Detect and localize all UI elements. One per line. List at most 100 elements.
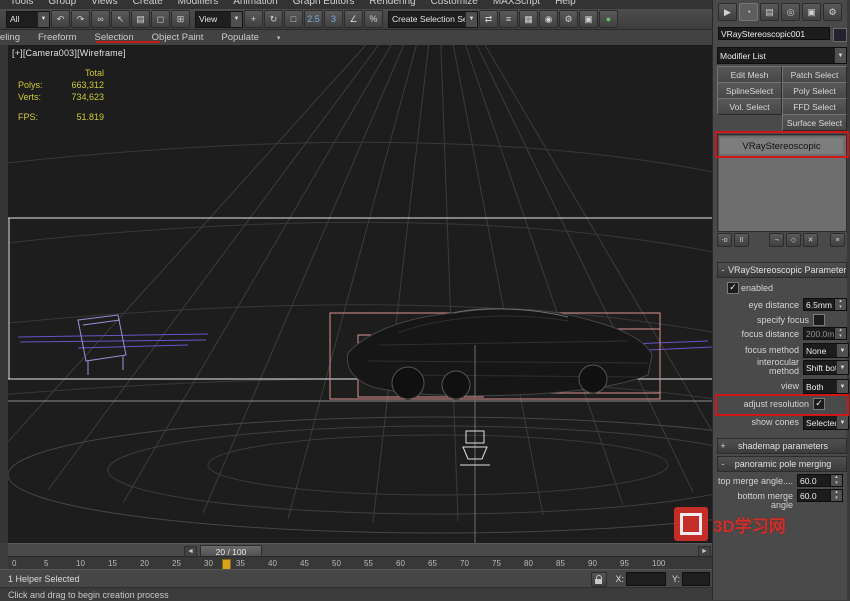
eye-distance-spinner[interactable]: ▴▾ — [835, 298, 847, 311]
button-ffd-select[interactable]: FFD Select — [782, 98, 847, 115]
ribbon-expand-icon[interactable]: ▾ — [277, 34, 281, 42]
menu-graph-editors[interactable]: Graph Editors — [293, 0, 355, 5]
show-end-result-icon[interactable]: ¬ — [769, 233, 784, 247]
tick-label: 25 — [172, 559, 181, 568]
pin-stack-icon[interactable]: -o — [717, 233, 732, 247]
chevron-down-icon: ▼ — [230, 12, 242, 27]
time-slider-track[interactable]: ◄ 20 / 100 ► — [8, 543, 712, 557]
make-unique-icon[interactable]: ◇ — [786, 233, 801, 247]
top-merge-angle-spinner[interactable]: ▴▾ — [831, 474, 843, 487]
interocular-method-dropdown[interactable]: Shift both ▼ — [803, 360, 849, 375]
rect-region-icon[interactable]: ◻ — [151, 10, 170, 28]
eye-distance-field[interactable]: 6.5mm ▴▾ — [803, 298, 847, 311]
viewport[interactable]: [+][Camera003][Wireframe] Total Polys:66… — [8, 45, 712, 543]
percent-snap-icon[interactable]: % — [364, 10, 383, 28]
motion-tab-icon[interactable]: ◎ — [781, 3, 800, 21]
undo-icon[interactable]: ↶ — [51, 10, 70, 28]
x-coordinate-field[interactable] — [626, 572, 666, 586]
utilities-tab-icon[interactable]: ⚙ — [823, 3, 842, 21]
rollout-params-header[interactable]: - VRayStereoscopic Parameters — [717, 262, 847, 278]
bottom-merge-angle-field[interactable]: 60.0 ▴▾ — [797, 489, 843, 502]
button-vol-select[interactable]: Vol. Select — [717, 98, 782, 115]
button-poly-select[interactable]: Poly Select — [782, 82, 847, 99]
select-object-icon[interactable]: ↖ — [111, 10, 130, 28]
top-merge-angle-label: top merge angle.... — [717, 477, 793, 486]
menu-rendering[interactable]: Rendering — [369, 0, 415, 5]
modifier-stack[interactable]: VRayStereoscopic — [717, 134, 847, 232]
move-icon[interactable]: + — [244, 10, 263, 28]
button-patch-select[interactable]: Patch Select — [782, 66, 847, 83]
ribbon-tab-freeform[interactable]: Freeform — [38, 32, 77, 43]
x-coordinate-label: X: — [615, 574, 624, 584]
remove-modifier-icon[interactable]: ✕ — [803, 233, 818, 247]
button-spline-select[interactable]: SplineSelect — [717, 82, 782, 99]
menu-views[interactable]: Views — [91, 0, 118, 5]
snap-25-icon[interactable]: 2.5 — [304, 10, 323, 28]
tick-label: 50 — [332, 559, 341, 568]
scale-icon[interactable]: □ — [284, 10, 303, 28]
modify-tab-icon[interactable]: ◔ — [739, 3, 758, 21]
object-name-field[interactable]: VRayStereoscopic001 — [718, 27, 830, 40]
angle-snap-icon[interactable]: ∠ — [344, 10, 363, 28]
ribbon-tab-populate[interactable]: Populate — [221, 32, 259, 43]
bottom-merge-angle-spinner[interactable]: ▴▾ — [831, 489, 843, 502]
ribbon-tab-modeling[interactable]: Modeling — [0, 32, 20, 44]
menu-group[interactable]: Group — [48, 0, 76, 5]
focus-distance-spinner[interactable]: ▴▾ — [835, 327, 847, 340]
rollout-open-icon: - — [718, 265, 728, 275]
snap-3-icon[interactable]: 3 — [324, 10, 343, 28]
tick-label: 55 — [364, 559, 373, 568]
menu-help[interactable]: Help — [555, 0, 576, 5]
specify-focus-checkbox[interactable] — [813, 314, 825, 326]
create-tab-icon[interactable]: ▶ — [718, 3, 737, 21]
selection-status: 1 Helper Selected — [8, 574, 80, 584]
button-surface-select[interactable]: Surface Select — [782, 114, 847, 131]
watermark-logo-icon — [674, 507, 708, 541]
y-coordinate-label: Y: — [672, 574, 680, 584]
select-by-name-icon[interactable]: ▤ — [131, 10, 150, 28]
button-edit-mesh[interactable]: Edit Mesh — [717, 66, 782, 83]
redo-icon[interactable]: ↷ — [71, 10, 90, 28]
tick-label: 100 — [652, 559, 665, 568]
rollout-shademap-header[interactable]: + shademap parameters — [717, 438, 847, 454]
track-bar[interactable]: 0 5 10 15 20 25 30 35 40 45 50 55 60 65 … — [8, 556, 712, 570]
menu-customize[interactable]: Customize — [431, 0, 478, 5]
menu-tools[interactable]: Tools — [10, 0, 33, 5]
focus-method-dropdown[interactable]: None ▼ — [803, 343, 849, 358]
modifier-stack-item[interactable]: VRayStereoscopic — [720, 138, 843, 154]
display-tab-icon[interactable]: ▣ — [802, 3, 821, 21]
align-icon[interactable]: ≡ — [499, 10, 518, 28]
menu-maxscript[interactable]: MAXScript — [493, 0, 540, 5]
focus-distance-field[interactable]: 200.0mm ▴▾ — [803, 327, 847, 340]
rotate-icon[interactable]: ↻ — [264, 10, 283, 28]
selection-lock-icon[interactable] — [591, 572, 607, 587]
menu-create[interactable]: Create — [133, 0, 163, 5]
rendered-frame-icon[interactable]: ▣ — [579, 10, 598, 28]
top-merge-angle-field[interactable]: 60.0 ▴▾ — [797, 474, 843, 487]
lock-stack-icon[interactable]: II — [734, 233, 749, 247]
menu-animation[interactable]: Animation — [233, 0, 277, 5]
show-cones-dropdown[interactable]: Selected ▼ — [803, 415, 849, 430]
left-edge-strip — [0, 45, 8, 543]
hierarchy-tab-icon[interactable]: ▤ — [760, 3, 779, 21]
material-editor-icon[interactable]: ◉ — [539, 10, 558, 28]
menu-modifiers[interactable]: Modifiers — [178, 0, 219, 5]
modifier-list-dropdown[interactable]: Modifier List ▼ — [717, 47, 847, 64]
object-color-swatch[interactable] — [833, 28, 847, 42]
named-selection-combo[interactable]: Create Selection Se ▼ — [388, 11, 478, 28]
mirror-icon[interactable]: ⇄ — [479, 10, 498, 28]
viewport-label[interactable]: [+][Camera003][Wireframe] — [12, 48, 126, 58]
view-dropdown[interactable]: Both ▼ — [803, 379, 849, 394]
rollout-panoramic-header[interactable]: - panoramic pole merging — [717, 456, 847, 472]
adjust-resolution-checkbox[interactable]: ✓ — [813, 398, 825, 410]
view-reference-combo[interactable]: View ▼ — [195, 11, 243, 28]
configure-modifier-sets-icon[interactable]: ≡ — [830, 233, 845, 247]
selection-filter-combo[interactable]: All ▼ — [6, 11, 50, 28]
render-setup-icon[interactable]: ⚙ — [559, 10, 578, 28]
render-icon[interactable]: ● — [599, 10, 618, 28]
layer-manager-icon[interactable]: ▦ — [519, 10, 538, 28]
y-coordinate-field[interactable] — [682, 572, 710, 586]
crossing-toggle-icon[interactable]: ⊞ — [171, 10, 190, 28]
enabled-checkbox[interactable]: ✓ — [727, 282, 739, 294]
select-link-icon[interactable]: ∞ — [91, 10, 110, 28]
